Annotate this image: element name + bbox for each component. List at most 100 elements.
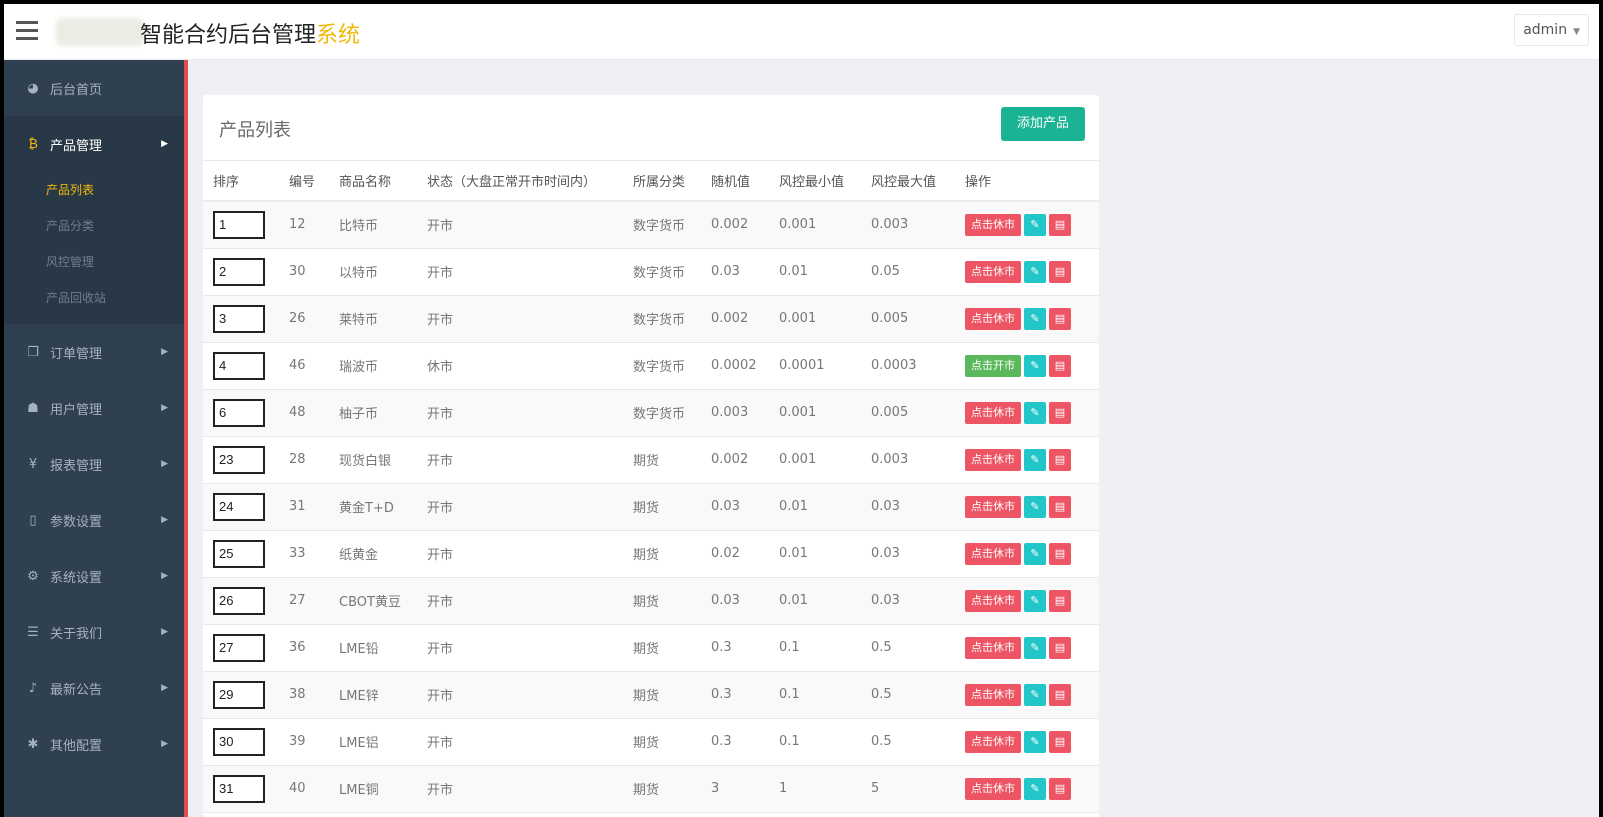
sidebar-item[interactable]: ⚙ 系统设置 ▶ xyxy=(4,548,184,604)
sidebar-group: ✱ 其他配置 ▶ xyxy=(4,716,184,772)
id-cell: 26 xyxy=(279,295,329,343)
sort-input[interactable] xyxy=(213,445,265,474)
sort-input[interactable] xyxy=(213,492,265,521)
edit-pencil-icon[interactable]: ✎ xyxy=(1024,589,1046,612)
category-cell: 期货 xyxy=(623,436,701,484)
actions-cell: 点击休市 ✎ ▤ xyxy=(955,295,1099,343)
edit-pencil-icon[interactable]: ✎ xyxy=(1024,542,1046,565)
delete-trash-icon[interactable]: ▤ xyxy=(1049,307,1071,330)
edit-pencil-icon[interactable]: ✎ xyxy=(1024,730,1046,753)
open-market-button[interactable]: 点击开市 xyxy=(965,354,1021,377)
edit-pencil-icon[interactable]: ✎ xyxy=(1024,448,1046,471)
sort-input[interactable] xyxy=(213,351,265,380)
edit-pencil-icon[interactable]: ✎ xyxy=(1024,683,1046,706)
edit-pencil-icon[interactable]: ✎ xyxy=(1024,213,1046,236)
sidebar-item[interactable]: ☗ 用户管理 ▶ xyxy=(4,380,184,436)
sidebar-subitem[interactable]: 产品列表 xyxy=(4,172,184,208)
close-market-button[interactable]: 点击休市 xyxy=(965,777,1021,800)
sort-cell xyxy=(203,201,279,249)
close-market-button[interactable]: 点击休市 xyxy=(965,448,1021,471)
delete-trash-icon[interactable]: ▤ xyxy=(1049,354,1071,377)
close-market-button[interactable]: 点击休市 xyxy=(965,730,1021,753)
dashboard-icon: ◕ xyxy=(27,80,39,96)
menu-toggle-icon[interactable] xyxy=(16,21,38,41)
name-cell: 瑞波币 xyxy=(329,342,417,390)
sort-input[interactable] xyxy=(213,398,265,427)
edit-pencil-icon[interactable]: ✎ xyxy=(1024,260,1046,283)
delete-trash-icon[interactable]: ▤ xyxy=(1049,213,1071,236)
sidebar-subitem[interactable]: 产品回收站 xyxy=(4,280,184,316)
edit-pencil-icon[interactable]: ✎ xyxy=(1024,354,1046,377)
sort-input[interactable] xyxy=(213,774,265,803)
table-row: 40LME铜开市期货315点击休市✎▤ xyxy=(203,765,1099,813)
sort-input[interactable] xyxy=(213,727,265,756)
sidebar-subitem[interactable]: 风控管理 xyxy=(4,244,184,280)
sort-input[interactable] xyxy=(213,633,265,662)
min-cell: 1 xyxy=(769,765,861,813)
user-dropdown[interactable]: admin ▼ xyxy=(1514,14,1589,46)
sidebar-item[interactable]: ◕ 后台首页 xyxy=(4,60,184,116)
sidebar-submenu: 产品列表 产品分类 风控管理 产品回收站 xyxy=(4,172,184,324)
delete-trash-icon[interactable]: ▤ xyxy=(1049,683,1071,706)
actions-cell: 点击休市 ✎ ▤ xyxy=(955,530,1099,578)
close-market-button[interactable]: 点击休市 xyxy=(965,213,1021,236)
panel-header: 产品列表 添加产品 xyxy=(203,95,1099,161)
close-market-button[interactable]: 点击休市 xyxy=(965,542,1021,565)
delete-trash-icon[interactable]: ▤ xyxy=(1049,542,1071,565)
delete-trash-icon[interactable]: ▤ xyxy=(1049,260,1071,283)
user-icon: ☗ xyxy=(27,400,39,416)
sort-input[interactable] xyxy=(213,680,265,709)
close-market-button[interactable]: 点击休市 xyxy=(965,589,1021,612)
edit-pencil-icon[interactable]: ✎ xyxy=(1024,636,1046,659)
close-market-button[interactable]: 点击休市 xyxy=(965,636,1021,659)
edit-pencil-icon[interactable]: ✎ xyxy=(1024,401,1046,424)
sort-input[interactable] xyxy=(213,586,265,615)
category-cell: 期货 xyxy=(623,765,701,813)
sort-input[interactable] xyxy=(213,210,265,239)
status-cell: 开市 xyxy=(417,577,623,625)
column-header: 商品名称 xyxy=(329,161,417,202)
sort-input[interactable] xyxy=(213,257,265,286)
actions-cell: 点击休市 ✎ ▤ xyxy=(955,624,1099,672)
status-cell: 开市 xyxy=(417,436,623,484)
caret-right-icon: ▶ xyxy=(161,139,168,149)
close-market-button[interactable]: 点击休市 xyxy=(965,307,1021,330)
min-cell: 0.001 xyxy=(769,436,861,484)
random-cell: 0.3 xyxy=(701,624,769,672)
sort-input[interactable] xyxy=(213,539,265,568)
delete-trash-icon[interactable]: ▤ xyxy=(1049,448,1071,471)
close-market-button[interactable]: 点击休市 xyxy=(965,260,1021,283)
sort-input[interactable] xyxy=(213,304,265,333)
sidebar-subitem[interactable]: 产品分类 xyxy=(4,208,184,244)
caret-right-icon: ▶ xyxy=(161,403,168,413)
sidebar-item[interactable]: ☰ 关于我们 ▶ xyxy=(4,604,184,660)
sidebar-item[interactable]: ¥ 报表管理 ▶ xyxy=(4,436,184,492)
edit-pencil-icon[interactable]: ✎ xyxy=(1024,307,1046,330)
close-market-button[interactable]: 点击休市 xyxy=(965,401,1021,424)
delete-trash-icon[interactable]: ▤ xyxy=(1049,730,1071,753)
sidebar-item-label: 关于我们 xyxy=(50,626,103,642)
table-row: 46瑞波币休市数字货币0.00020.00010.0003点击开市✎▤ xyxy=(203,342,1099,390)
sidebar-item[interactable]: ₿ 产品管理 ▶ xyxy=(4,116,184,172)
delete-trash-icon[interactable]: ▤ xyxy=(1049,777,1071,800)
category-cell: 数字货币 xyxy=(623,295,701,343)
sidebar-item[interactable]: ✱ 其他配置 ▶ xyxy=(4,716,184,772)
close-market-button[interactable]: 点击休市 xyxy=(965,495,1021,518)
delete-trash-icon[interactable]: ▤ xyxy=(1049,589,1071,612)
user-name: admin xyxy=(1523,22,1568,38)
delete-trash-icon[interactable]: ▤ xyxy=(1049,495,1071,518)
close-market-button[interactable]: 点击休市 xyxy=(965,683,1021,706)
sidebar-item[interactable]: ♪ 最新公告 ▶ xyxy=(4,660,184,716)
sidebar-item-label: 用户管理 xyxy=(50,402,103,418)
sidebar-item[interactable]: ▯ 参数设置 ▶ xyxy=(4,492,184,548)
edit-pencil-icon[interactable]: ✎ xyxy=(1024,777,1046,800)
name-cell: 以特币 xyxy=(329,248,417,296)
delete-trash-icon[interactable]: ▤ xyxy=(1049,401,1071,424)
min-cell: 0.001 xyxy=(769,389,861,437)
table-row: 39LME铝开市期货0.30.10.5点击休市✎▤ xyxy=(203,718,1099,766)
random-cell: 0.03 xyxy=(701,577,769,625)
sidebar-item[interactable]: ❐ 订单管理 ▶ xyxy=(4,324,184,380)
delete-trash-icon[interactable]: ▤ xyxy=(1049,636,1071,659)
add-product-button[interactable]: 添加产品 xyxy=(1001,107,1085,141)
edit-pencil-icon[interactable]: ✎ xyxy=(1024,495,1046,518)
